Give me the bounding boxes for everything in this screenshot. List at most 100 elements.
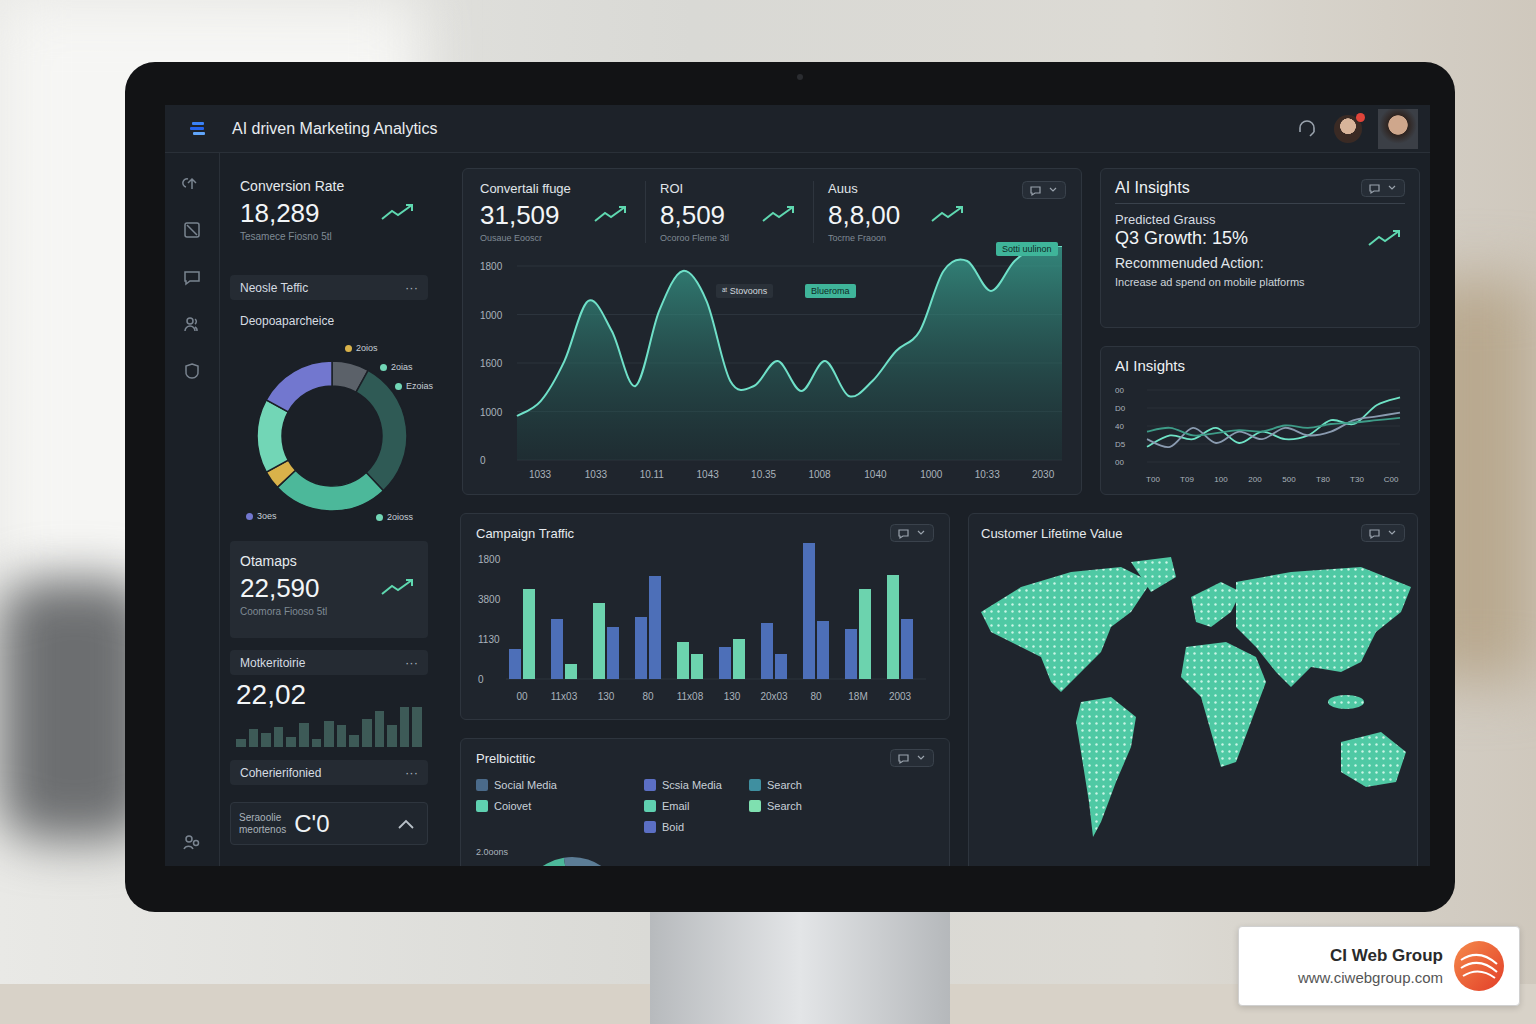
card-menu-icon[interactable] — [890, 524, 934, 542]
y-tick: 1800 — [478, 554, 501, 565]
bar[interactable] — [509, 649, 521, 679]
bar[interactable] — [733, 639, 745, 679]
bar[interactable] — [859, 589, 871, 679]
bar[interactable] — [719, 647, 731, 679]
mini-bar — [337, 725, 347, 747]
donut-label: Ezoias — [395, 381, 433, 391]
donut-label-text: 2oioss — [387, 512, 413, 522]
box-icon[interactable] — [182, 220, 202, 240]
section-header[interactable]: Coherierifonied ··· — [230, 760, 428, 785]
donut-segment[interactable] — [277, 470, 383, 511]
conversion-value-row: 18,289 — [240, 194, 418, 229]
ai-insights-chart-card: AI Insights 00D040D500T00T09100200500T80… — [1100, 346, 1420, 495]
chevron-up-icon[interactable] — [397, 818, 415, 830]
bar[interactable] — [593, 603, 605, 679]
donut-segment[interactable] — [266, 361, 332, 412]
bar[interactable] — [607, 627, 619, 679]
north-america[interactable] — [981, 567, 1151, 692]
arc-segment[interactable] — [520, 858, 567, 866]
europe[interactable] — [1191, 582, 1241, 627]
area-fill — [517, 246, 1062, 460]
bar[interactable] — [649, 576, 661, 679]
user-avatar[interactable] — [1334, 115, 1362, 143]
legend-dot — [380, 364, 387, 371]
card-title: Customer Lifetime Value — [981, 526, 1122, 541]
legend-label: Boid — [662, 821, 684, 833]
south-america[interactable] — [1076, 697, 1136, 837]
action-text: Increase ad spend on mobile platforms — [1115, 276, 1405, 288]
x-tick: C00 — [1384, 475, 1399, 484]
bar[interactable] — [775, 654, 787, 679]
legend-swatch — [749, 779, 761, 791]
africa[interactable] — [1181, 642, 1266, 767]
action-label: Recommenuded Action: — [1115, 255, 1405, 271]
series-line[interactable] — [517, 246, 1062, 416]
more-button[interactable]: ··· — [405, 280, 418, 295]
x-tick: 1040 — [864, 469, 887, 480]
card-menu-icon[interactable] — [890, 749, 934, 767]
bar[interactable] — [677, 642, 689, 679]
card-menu-icon[interactable] — [1361, 524, 1405, 542]
grid-line — [1147, 408, 1400, 409]
bottom-card[interactable]: Seraooliemeortenos C'0 — [230, 802, 428, 845]
bar[interactable] — [887, 575, 899, 679]
legend-label: Scsia Media — [662, 779, 722, 791]
section-header[interactable]: Neosle Teffic ··· — [230, 275, 428, 300]
bar[interactable] — [761, 623, 773, 679]
x-tick: 00 — [516, 691, 528, 702]
brand-url[interactable]: www.ciwebgroup.com — [1298, 969, 1443, 986]
kpi-value-row: 8,8,00 — [828, 196, 968, 231]
kpi-row: Convertali ffuge 31,509 Ousaue EooscrROI… — [478, 181, 1066, 246]
world-map — [981, 552, 1421, 852]
kpi-sub: Tocrne Fraoon — [828, 233, 968, 243]
mini-bar — [249, 729, 259, 747]
mini-bar — [375, 711, 385, 747]
card-menu-icon[interactable] — [1022, 181, 1066, 199]
mini-bar — [312, 739, 322, 747]
asia[interactable] — [1236, 567, 1411, 687]
section-header[interactable]: Motkeritoirie ··· — [230, 650, 428, 675]
bar[interactable] — [565, 664, 577, 679]
kpi: Convertali ffuge 31,509 Ousaue Eooscr — [478, 181, 646, 243]
more-button[interactable]: ··· — [405, 655, 418, 670]
headset-icon[interactable] — [1296, 118, 1318, 140]
legend-swatch — [644, 779, 656, 791]
section-label: Neosle Teffic — [240, 281, 308, 295]
legend-label: Search — [767, 800, 802, 812]
series-line[interactable] — [1147, 418, 1400, 436]
bar[interactable] — [845, 629, 857, 679]
bottom-card-line: meortenos — [239, 824, 286, 836]
card-menu-icon[interactable] — [1361, 179, 1405, 197]
bar[interactable] — [523, 589, 535, 679]
arc-segment[interactable] — [564, 857, 609, 866]
australia[interactable] — [1341, 732, 1406, 787]
ai-insights-card: AI Insights Predicted Grauss Q3 Growth: … — [1100, 168, 1420, 328]
donut-segment[interactable] — [356, 370, 407, 490]
chat-icon[interactable] — [182, 267, 202, 287]
upload-icon[interactable] — [182, 173, 202, 193]
bar[interactable] — [817, 621, 829, 679]
notification-dot — [1356, 113, 1365, 122]
series-line[interactable] — [1147, 397, 1400, 446]
legend-item: Search — [749, 779, 899, 791]
legend-swatch — [476, 800, 488, 812]
donut-segment[interactable] — [257, 400, 288, 472]
profile-avatar[interactable] — [1378, 109, 1418, 149]
people-icon[interactable] — [182, 314, 202, 334]
bar[interactable] — [691, 654, 703, 679]
kpi: Auus 8,8,00 Tocrne Fraoon — [814, 181, 982, 243]
trend-up-icon — [380, 576, 418, 598]
users-icon[interactable] — [182, 832, 202, 852]
bar[interactable] — [551, 619, 563, 679]
x-tick: 11x08 — [677, 691, 704, 702]
shield-icon[interactable] — [182, 361, 202, 381]
greenland[interactable] — [1131, 557, 1176, 592]
islands[interactable] — [1328, 695, 1364, 709]
bar[interactable] — [901, 619, 913, 679]
mini-stat: 22,02 — [230, 675, 428, 750]
bar[interactable] — [635, 617, 647, 679]
main-chart: 180010001600100001033103310.11104310.351… — [478, 246, 1066, 484]
more-button[interactable]: ··· — [405, 765, 418, 780]
series-line[interactable] — [1147, 413, 1400, 447]
bar[interactable] — [803, 543, 815, 679]
